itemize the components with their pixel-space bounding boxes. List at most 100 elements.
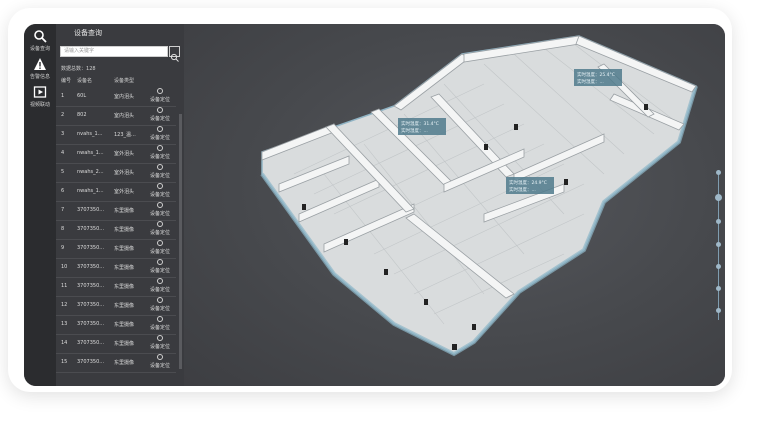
col-location: 设备类型: [114, 78, 135, 84]
floorplan-viewport[interactable]: 实时温度：31.4°C 实时湿度：... 实时温度：25.4°C 实时湿度：..…: [184, 24, 725, 386]
locate-label: 设备定位: [149, 192, 170, 198]
search-icon: [170, 53, 179, 62]
floor-nav-dot[interactable]: [716, 308, 721, 313]
panel-title: 设备查询: [74, 29, 102, 37]
row-type: 室外泪头: [114, 151, 135, 157]
row-type: 东里摄像: [114, 303, 135, 309]
locate-label: 设备定位: [149, 230, 170, 236]
floorplan-3d: 实时温度：31.4°C 实时湿度：... 实时温度：25.4°C 实时湿度：..…: [260, 35, 698, 357]
row-index: 2: [61, 112, 65, 118]
table-row[interactable]: 8 3707350... 东里摄像 设备定位: [56, 220, 176, 240]
row-index: 4: [61, 150, 65, 156]
row-name: nwahs_2...: [77, 169, 104, 175]
row-type: 室内泪头: [114, 113, 135, 119]
row-index: 3: [61, 131, 65, 137]
count-value: 128: [86, 66, 96, 72]
locate-label: 设备定位: [149, 325, 170, 331]
locate-label: 设备定位: [149, 287, 170, 293]
table-row[interactable]: 7 3707350... 东里摄像 设备定位: [56, 201, 176, 221]
locate-button[interactable]: 设备定位: [146, 202, 174, 217]
locate-icon: [157, 278, 163, 284]
table-row[interactable]: 3 nvahs_1... 123_温... 设备定位: [56, 125, 176, 145]
row-name: 802: [77, 112, 87, 118]
rail-alarm-info[interactable]: 告警信息: [24, 56, 56, 86]
floor-nav-dot-active[interactable]: [715, 194, 722, 201]
locate-button[interactable]: 设备定位: [146, 88, 174, 103]
table-row[interactable]: 9 3707350... 东里摄像 设备定位: [56, 239, 176, 259]
col-index: 编号: [61, 78, 72, 84]
locate-button[interactable]: 设备定位: [146, 316, 174, 331]
list-scrollbar[interactable]: [179, 114, 182, 369]
floor-nav-dot[interactable]: [716, 286, 721, 291]
row-name: 3707350...: [77, 245, 105, 251]
table-row[interactable]: 10 3707350... 东里摄像 设备定位: [56, 258, 176, 278]
table-row[interactable]: 12 3707350... 东里摄像 设备定位: [56, 296, 176, 316]
locate-icon: [157, 183, 163, 189]
map-tag-3-line1: 实时温度：24.9°C: [509, 179, 547, 186]
locate-icon: [157, 316, 163, 322]
row-type: 123_温...: [114, 132, 136, 138]
rail-label: 设备查询: [29, 46, 50, 52]
row-name: 3707350...: [77, 340, 105, 346]
row-index: 5: [61, 169, 65, 175]
table-row[interactable]: 14 3707350... 东里摄像 设备定位: [56, 334, 176, 354]
table-row[interactable]: 13 3707350... 东里摄像 设备定位: [56, 315, 176, 335]
rail-device-query[interactable]: 设备查询: [24, 28, 56, 58]
row-index: 11: [61, 283, 68, 289]
locate-button[interactable]: 设备定位: [146, 297, 174, 312]
locate-button[interactable]: 设备定位: [146, 183, 174, 198]
locate-button[interactable]: 设备定位: [146, 259, 174, 274]
locate-button[interactable]: 设备定位: [146, 335, 174, 350]
floor-nav-dot[interactable]: [716, 170, 721, 175]
map-tag-2-line2: 实时湿度：...: [577, 78, 604, 85]
locate-label: 设备定位: [149, 154, 170, 160]
row-type: 东里摄像: [114, 265, 135, 271]
row-type: 东里摄像: [114, 208, 135, 214]
search-button[interactable]: [169, 46, 180, 62]
row-name: 60L: [77, 93, 87, 99]
table-row[interactable]: 1 60L 室内泪头 设备定位: [56, 87, 176, 107]
table-row[interactable]: 4 nwahs_1... 室外泪头 设备定位: [56, 144, 176, 164]
locate-button[interactable]: 设备定位: [146, 107, 174, 122]
table-row[interactable]: 15 3707350... 东里摄像 设备定位: [56, 353, 176, 373]
locate-icon: [157, 297, 163, 303]
locate-icon: [157, 221, 163, 227]
floor-nav-dot[interactable]: [716, 264, 721, 269]
locate-button[interactable]: 设备定位: [146, 354, 174, 369]
locate-button[interactable]: 设备定位: [146, 240, 174, 255]
table-row[interactable]: 2 802 室内泪头设备定位: [56, 106, 176, 126]
row-index: 15: [61, 359, 68, 365]
locate-label: 设备定位: [149, 97, 170, 103]
row-type: 室外泪头: [114, 189, 135, 195]
search-input[interactable]: 请输入关键字: [60, 46, 168, 57]
locate-icon: [157, 126, 163, 132]
locate-button[interactable]: 设备定位: [146, 278, 174, 293]
count-label: 数据总数：: [61, 66, 87, 72]
row-index: 1: [61, 93, 65, 99]
map-tag-3-line2: 实时湿度：...: [509, 186, 536, 193]
rail-label: 视频联动: [29, 102, 50, 108]
rail-video-link[interactable]: 视频联动: [24, 84, 56, 114]
row-type: 东里摄像: [114, 322, 135, 328]
row-index: 8: [61, 226, 65, 232]
row-name: 3707350...: [77, 264, 105, 270]
row-name: nvahs_1...: [77, 131, 103, 137]
row-type: 东里摄像: [114, 284, 135, 290]
locate-label: 设备定位: [149, 116, 170, 122]
row-index: 7: [61, 207, 65, 213]
table-row[interactable]: 11 3707350... 东里摄像 设备定位: [56, 277, 176, 297]
locate-button[interactable]: 设备定位: [146, 164, 174, 179]
locate-label: 设备定位: [149, 268, 170, 274]
screenshot-card: 实时温度：31.4°C 实时湿度：... 实时温度：25.4°C 实时湿度：..…: [8, 8, 732, 392]
table-row[interactable]: 5 nwahs_2... 室外泪头 设备定位: [56, 163, 176, 183]
locate-label: 设备定位: [149, 135, 170, 141]
locate-button[interactable]: 设备定位: [146, 126, 174, 141]
locate-button[interactable]: 设备定位: [146, 221, 174, 236]
floor-nav-dot[interactable]: [716, 242, 721, 247]
row-type: 东里摄像: [114, 246, 135, 252]
floor-nav-dot[interactable]: [716, 219, 721, 224]
locate-label: 设备定位: [149, 173, 170, 179]
locate-icon: [157, 145, 163, 151]
locate-button[interactable]: 设备定位: [146, 145, 174, 160]
table-row[interactable]: 6 nwahs_1... 室外泪头 设备定位: [56, 182, 176, 202]
